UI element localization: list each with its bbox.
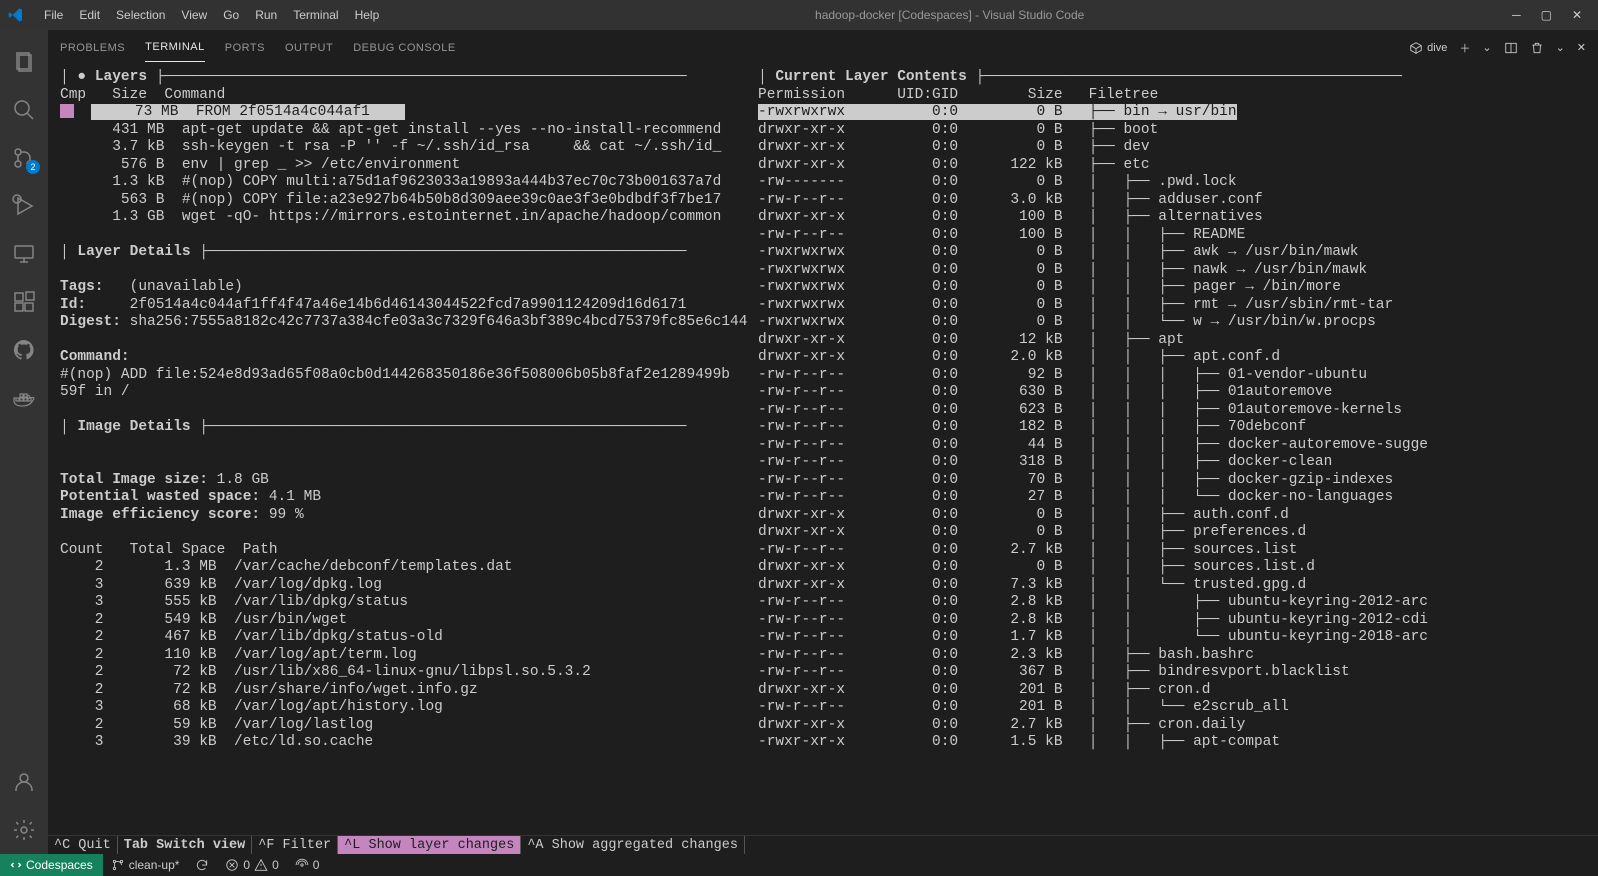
menu-file[interactable]: File xyxy=(36,8,71,22)
aggregated-hint: ^A Show aggregated changes xyxy=(521,836,745,854)
ports-indicator[interactable]: 0 xyxy=(287,858,328,872)
statusbar: Codespaces clean-up* 0 0 0 xyxy=(0,854,1598,876)
tab-terminal[interactable]: TERMINAL xyxy=(145,33,205,62)
filter-hint: ^F Filter xyxy=(252,836,338,854)
switch-view-hint: Tab Switch view xyxy=(118,836,253,854)
terminal-kind-icon[interactable]: dive xyxy=(1409,41,1447,55)
search-icon[interactable] xyxy=(0,86,48,134)
minimize-icon[interactable]: ─ xyxy=(1512,8,1521,22)
maximize-icon[interactable]: ▢ xyxy=(1541,8,1552,22)
window-title: hadoop-docker [Codespaces] - Visual Stud… xyxy=(387,8,1512,22)
maximize-panel-icon[interactable]: ⌄ xyxy=(1556,41,1565,54)
quit-hint: ^C Quit xyxy=(48,836,118,854)
terminal-content[interactable]: │ ● Layers ├────────────────────────────… xyxy=(48,65,1598,835)
github-icon[interactable] xyxy=(0,326,48,374)
tab-output[interactable]: OUTPUT xyxy=(285,34,333,62)
settings-icon[interactable] xyxy=(0,806,48,854)
menu-go[interactable]: Go xyxy=(215,8,247,22)
tab-problems[interactable]: PROBLEMS xyxy=(60,34,125,62)
extensions-icon[interactable] xyxy=(0,278,48,326)
split-terminal-icon[interactable] xyxy=(1504,41,1518,55)
problems-indicator[interactable]: 0 0 xyxy=(217,858,286,872)
dive-bottombar: ^C Quit Tab Switch view ^F Filter ^L Sho… xyxy=(48,835,1598,854)
branch-indicator[interactable]: clean-up* xyxy=(103,858,188,872)
titlebar: File Edit Selection View Go Run Terminal… xyxy=(0,0,1598,30)
panel-tabs: PROBLEMS TERMINAL PORTS OUTPUT DEBUG CON… xyxy=(48,30,1598,65)
menu-terminal[interactable]: Terminal xyxy=(285,8,346,22)
explorer-icon[interactable] xyxy=(0,38,48,86)
tab-debug-console[interactable]: DEBUG CONSOLE xyxy=(353,34,455,62)
docker-icon[interactable] xyxy=(0,374,48,422)
menu-edit[interactable]: Edit xyxy=(71,8,108,22)
menu-help[interactable]: Help xyxy=(347,8,388,22)
tab-ports[interactable]: PORTS xyxy=(225,34,265,62)
new-terminal-icon[interactable]: ＋ xyxy=(1459,40,1470,56)
menu-selection[interactable]: Selection xyxy=(108,8,173,22)
close-panel-icon[interactable]: ✕ xyxy=(1577,41,1586,54)
scm-badge: 2 xyxy=(26,160,40,174)
trash-icon[interactable] xyxy=(1530,41,1544,55)
close-icon[interactable]: ✕ xyxy=(1572,8,1582,22)
remote-explorer-icon[interactable] xyxy=(0,230,48,278)
scm-icon[interactable]: 2 xyxy=(0,134,48,182)
sync-indicator[interactable] xyxy=(187,858,217,872)
menu-view[interactable]: View xyxy=(173,8,215,22)
menu-run[interactable]: Run xyxy=(247,8,285,22)
layer-changes-hint: ^L Show layer changes xyxy=(338,836,521,854)
vscode-icon xyxy=(8,7,24,23)
accounts-icon[interactable] xyxy=(0,758,48,806)
chevron-down-icon[interactable]: ⌄ xyxy=(1482,41,1491,54)
debug-icon[interactable] xyxy=(0,182,48,230)
activitybar: 2 xyxy=(0,30,48,854)
remote-indicator[interactable]: Codespaces xyxy=(0,854,103,876)
